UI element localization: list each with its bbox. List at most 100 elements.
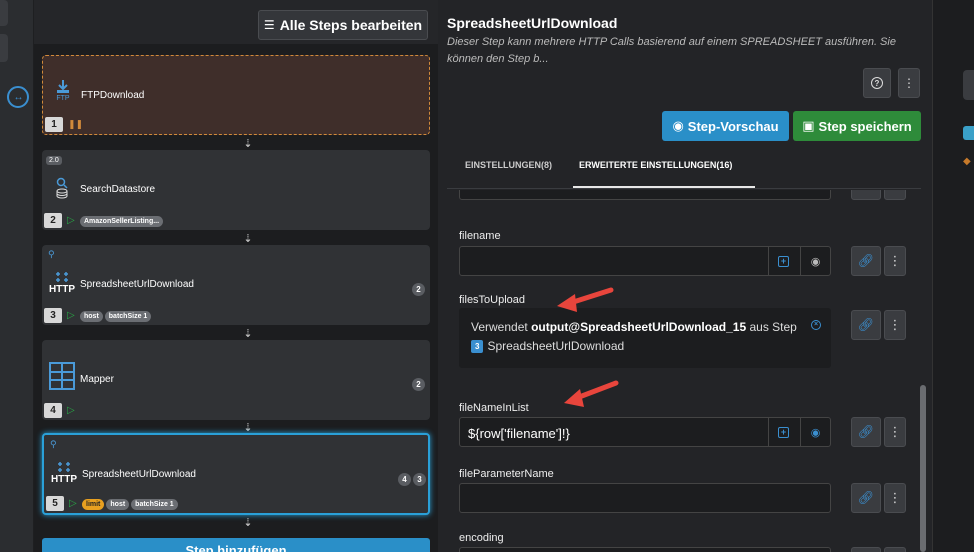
version-badge: 2.0 xyxy=(46,156,62,165)
fileparametername-input[interactable] xyxy=(459,483,831,513)
right-rail: ◆ xyxy=(932,0,974,552)
http-icon: HTTP xyxy=(49,267,75,299)
help-button[interactable]: ? xyxy=(863,68,891,98)
right-rail-indicator-icon: ◆ xyxy=(963,156,971,167)
search-database-icon xyxy=(50,172,74,204)
download-icon: FTP xyxy=(51,74,75,106)
more-options-button[interactable]: ⋮ xyxy=(898,68,920,98)
link-icon: 🔗︎ xyxy=(857,253,875,268)
filenameinlist-input[interactable]: ${row['filename']!} + ◉ xyxy=(459,417,831,447)
more-options-button[interactable]: ⋮ xyxy=(884,417,906,447)
count-badge: 4 xyxy=(398,473,411,486)
field-label-encoding: encoding xyxy=(459,532,504,544)
scrollbar[interactable] xyxy=(920,385,926,552)
step-card-searchdatastore[interactable]: 2.0 SearchDatastore 2 ▷ AmazonSellerList… xyxy=(42,150,430,230)
count-badge: 2 xyxy=(412,378,425,391)
link-button[interactable] xyxy=(851,190,881,200)
plus-box-icon: + xyxy=(778,255,789,267)
play-icon[interactable]: ▷ xyxy=(67,310,75,321)
tag: batchSize 1 xyxy=(131,499,178,510)
link-icon: 🔗︎ xyxy=(857,317,875,332)
left-rail: ↔ xyxy=(0,0,34,552)
link-icon: 🔗︎ xyxy=(857,424,875,439)
step-card-ftpdownload[interactable]: FTP FTPDownload 1 ❚❚ xyxy=(42,55,430,135)
field-label-filenameinlist: fileNameInList xyxy=(459,402,529,414)
plus-box-icon: + xyxy=(778,426,789,438)
link-button[interactable]: 🔗︎ xyxy=(851,310,881,340)
step-tags: limit host batchSize 1 xyxy=(82,499,178,510)
detail-title: SpreadsheetUrlDownload xyxy=(447,15,618,31)
tab-erweiterte-einstellungen[interactable]: ERWEITERTE EINSTELLUNGEN(16) xyxy=(579,160,732,170)
step-detail-panel: SpreadsheetUrlDownload Dieser Step kann … xyxy=(438,0,932,552)
more-options-button[interactable] xyxy=(884,547,906,552)
link-button[interactable]: 🔗︎ xyxy=(851,417,881,447)
play-icon[interactable]: ▷ xyxy=(69,498,77,509)
step-number: 5 xyxy=(46,496,64,511)
list-icon: ☰ xyxy=(263,18,275,32)
settings-form: filename + ◉ 🔗︎ ⋮ filesToUpload Verwende… xyxy=(447,190,921,552)
field-label-filestoupload: filesToUpload xyxy=(459,294,526,306)
eye-icon: ◉ xyxy=(672,118,684,133)
insert-variable-button[interactable]: + xyxy=(768,418,798,446)
variable-reference-box: Verwendet output@SpreadsheetUrlDownload_… xyxy=(459,308,831,368)
step-preview-button[interactable]: ◉ Step-Vorschau xyxy=(662,111,789,141)
previous-field-input[interactable] xyxy=(459,190,831,200)
filename-input[interactable]: + ◉ xyxy=(459,246,831,276)
referenced-step[interactable]: 3 SpreadsheetUrlDownload xyxy=(471,339,624,353)
toggle-visibility-button[interactable]: ◉ xyxy=(800,418,830,446)
more-options-button[interactable]: ⋮ xyxy=(884,483,906,513)
step-tags: host batchSize 1 xyxy=(80,311,152,322)
kebab-icon: ⋮ xyxy=(888,317,902,332)
eye-icon: ◉ xyxy=(810,426,821,439)
edit-all-steps-button[interactable]: ☰ Alle Steps bearbeiten xyxy=(258,10,428,40)
play-icon[interactable]: ▷ xyxy=(67,215,75,226)
step-number: 4 xyxy=(44,403,62,418)
remove-reference-icon[interactable]: × xyxy=(811,320,821,330)
step-card-spreadsheeturldownload-active[interactable]: ⚲ HTTP SpreadsheetUrlDownload 4 3 5 ▷ li… xyxy=(42,433,430,515)
link-button[interactable]: 🔗︎ xyxy=(851,246,881,276)
insert-variable-button[interactable]: + xyxy=(768,247,798,275)
kebab-icon: ⋮ xyxy=(888,424,902,439)
tabs-divider xyxy=(447,188,921,189)
field-label-filename: filename xyxy=(459,230,501,242)
step-card-spreadsheeturldownload[interactable]: ⚲ HTTP SpreadsheetUrlDownload 2 3 ▷ host… xyxy=(42,245,430,325)
add-step-button[interactable]: Step hinzufügen xyxy=(42,538,430,552)
tag: host xyxy=(80,311,103,322)
detail-description: Dieser Step kann mehrere HTTP Calls basi… xyxy=(447,36,896,65)
resize-handle-icon[interactable]: ↔ xyxy=(7,86,29,108)
kebab-icon: ⋮ xyxy=(888,490,902,505)
step-name: SpreadsheetUrlDownload xyxy=(82,469,196,480)
right-rail-button[interactable] xyxy=(963,70,974,100)
link-button[interactable] xyxy=(851,547,881,552)
rail-button[interactable] xyxy=(0,34,8,62)
save-step-button[interactable]: ▣ Step speichern xyxy=(793,111,921,141)
right-rail-badge xyxy=(963,126,974,140)
play-icon[interactable]: ▷ xyxy=(67,405,75,416)
steps-toolbar: ☰ Alle Steps bearbeiten xyxy=(34,0,438,44)
tag: AmazonSellerListing... xyxy=(80,216,164,227)
toggle-visibility-button[interactable]: ◉ xyxy=(800,247,830,275)
output-reference: output@SpreadsheetUrlDownload_15 xyxy=(531,320,747,334)
link-icon: 🔗︎ xyxy=(857,490,875,505)
step-number: 3 xyxy=(44,308,62,323)
link-button[interactable]: 🔗︎ xyxy=(851,483,881,513)
more-options-button[interactable] xyxy=(884,190,906,200)
encoding-input[interactable] xyxy=(459,547,831,552)
step-number: 1 xyxy=(45,117,63,132)
rail-button-top[interactable] xyxy=(0,0,8,26)
more-options-button[interactable]: ⋮ xyxy=(884,310,906,340)
step-card-mapper[interactable]: Mapper 2 4 ▷ xyxy=(42,340,430,420)
step-number: 2 xyxy=(44,213,62,228)
arrow-down-icon: ⇣ xyxy=(243,138,253,150)
more-options-button[interactable]: ⋮ xyxy=(884,246,906,276)
tab-einstellungen[interactable]: EINSTELLUNGEN(8) xyxy=(465,160,552,170)
http-icon: HTTP xyxy=(51,457,77,489)
arrow-down-icon: ⇣ xyxy=(243,233,253,245)
plug-icon: ⚲ xyxy=(48,249,55,259)
step-name: Mapper xyxy=(80,374,114,385)
step-tags: AmazonSellerListing... xyxy=(80,216,164,227)
annotation-arrow-icon xyxy=(564,380,619,407)
pause-icon[interactable]: ❚❚ xyxy=(68,119,83,130)
step-name: SpreadsheetUrlDownload xyxy=(80,279,194,290)
tag: batchSize 1 xyxy=(104,311,152,322)
